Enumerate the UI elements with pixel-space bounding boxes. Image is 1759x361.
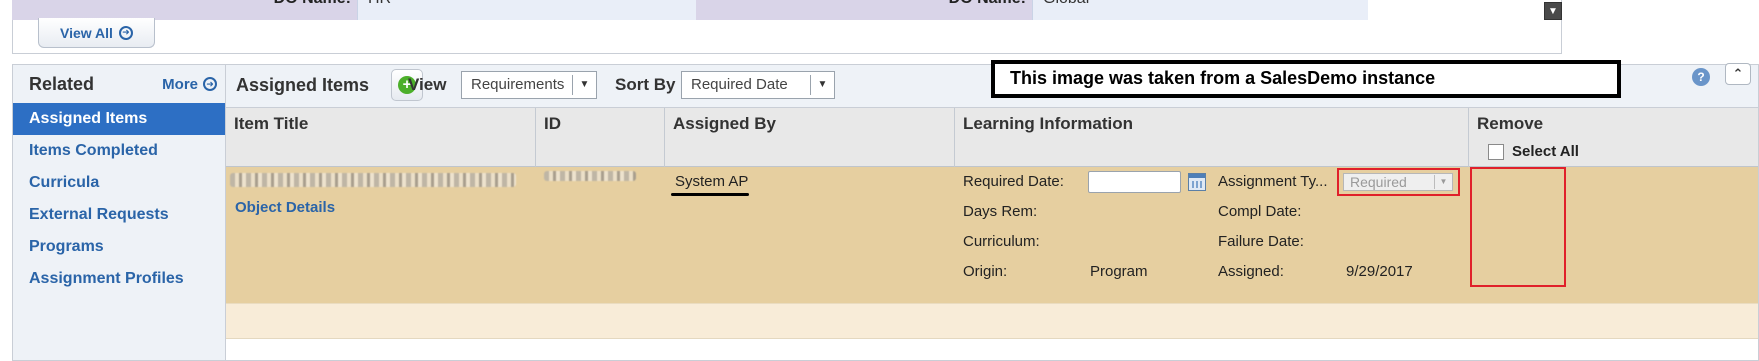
assigned-date-value: 9/29/2017 <box>1346 263 1413 280</box>
sidebar-item-curricula[interactable]: Curricula <box>13 167 225 199</box>
origin-value: Program <box>1090 263 1148 280</box>
sort-select-value: Required Date <box>691 76 788 93</box>
sort-by-select[interactable]: Required Date ▼ <box>681 71 835 99</box>
sidebar-item-external-requests[interactable]: External Requests <box>13 199 225 231</box>
curriculum-label: Curriculum: <box>963 233 1040 250</box>
view-select-value: Requirements <box>471 76 565 93</box>
view-all-button[interactable]: View All ➜ <box>38 18 155 48</box>
select-all-checkbox[interactable] <box>1488 143 1504 160</box>
table-row[interactable]: Object Details System AP Required Date: … <box>226 167 1758 303</box>
select-all[interactable]: Select All <box>1488 143 1579 160</box>
calendar-icon[interactable] <box>1188 173 1206 191</box>
redacted-item-title <box>230 173 516 187</box>
do-name-value-right: Global <box>1032 0 1368 20</box>
collapse-up-icon[interactable]: ⌃ <box>1725 63 1751 85</box>
help-icon[interactable]: ? <box>1692 68 1710 86</box>
related-sidebar: Related More ➜ Assigned Items Items Comp… <box>12 64 225 361</box>
assigned-items-panel: Assigned Items + View Requirements ▼ Sor… <box>225 60 1759 361</box>
related-title: Related <box>29 73 95 94</box>
related-header: Related More ➜ <box>13 65 225 103</box>
assignment-type-label: Assignment Ty... <box>1218 173 1328 190</box>
sidebar-item-programs[interactable]: Programs <box>13 231 225 263</box>
table-row-empty <box>226 303 1758 339</box>
header-id[interactable]: ID <box>536 108 665 168</box>
header-assigned-by[interactable]: Assigned By <box>665 108 955 168</box>
sidebar-item-assigned-items[interactable]: Assigned Items <box>13 103 225 135</box>
view-all-label: View All <box>60 24 113 41</box>
sidebar-item-assignment-profiles[interactable]: Assignment Profiles <box>13 263 225 295</box>
related-more-link[interactable]: More ➜ <box>162 76 217 93</box>
view-select[interactable]: Requirements ▼ <box>461 71 597 99</box>
assigned-by-value: System AP <box>675 173 749 190</box>
sidebar-item-items-completed[interactable]: Items Completed <box>13 135 225 167</box>
view-label: View <box>408 75 447 94</box>
select-all-label: Select All <box>1512 143 1579 160</box>
panel-title: Assigned Items <box>236 75 370 95</box>
arrow-right-circle-icon: ➜ <box>203 77 217 91</box>
do-name-label-left: DO Name: <box>12 0 357 20</box>
assignment-type-select-inner[interactable]: Required ▼ <box>1343 173 1453 191</box>
arrow-right-circle-icon: ➜ <box>118 25 133 40</box>
redacted-item-id <box>544 171 636 181</box>
scroll-down-arrow-icon[interactable]: ▼ <box>1544 2 1562 20</box>
table-header: Item Title ID Assigned By Learning Infor… <box>226 107 1758 168</box>
annotation-underline <box>671 193 749 196</box>
remove-cell[interactable] <box>1470 167 1566 287</box>
chevron-down-icon: ▼ <box>1434 175 1452 189</box>
failure-date-label: Failure Date: <box>1218 233 1304 250</box>
days-rem-label: Days Rem: <box>963 203 1038 220</box>
sort-by-label: Sort By <box>615 75 676 94</box>
chevron-down-icon: ▼ <box>810 75 834 95</box>
toolbar: Assigned Items + View Requirements ▼ Sor… <box>226 60 1758 107</box>
more-label: More <box>162 75 198 93</box>
watermark-notice: This image was taken from a SalesDemo in… <box>991 60 1621 98</box>
compl-date-label: Compl Date: <box>1218 203 1302 220</box>
header-item-title[interactable]: Item Title <box>226 108 536 168</box>
required-date-input[interactable] <box>1088 171 1181 193</box>
origin-label: Origin: <box>963 263 1008 280</box>
assignment-type-select[interactable]: Required ▼ <box>1337 168 1460 196</box>
header-learning-information: Learning Information <box>955 108 1469 168</box>
do-name-value-left: HR <box>357 0 696 20</box>
assignment-type-value: Required <box>1350 174 1407 190</box>
assigned-label: Assigned: <box>1218 263 1284 280</box>
object-details-link[interactable]: Object Details <box>235 199 335 216</box>
do-name-label-right: DO Name: <box>696 0 1032 20</box>
do-name-row: DO Name: HR DO Name: Global <box>12 0 1536 20</box>
chevron-down-icon: ▼ <box>572 75 596 95</box>
required-date-label: Required Date: <box>963 173 1064 190</box>
